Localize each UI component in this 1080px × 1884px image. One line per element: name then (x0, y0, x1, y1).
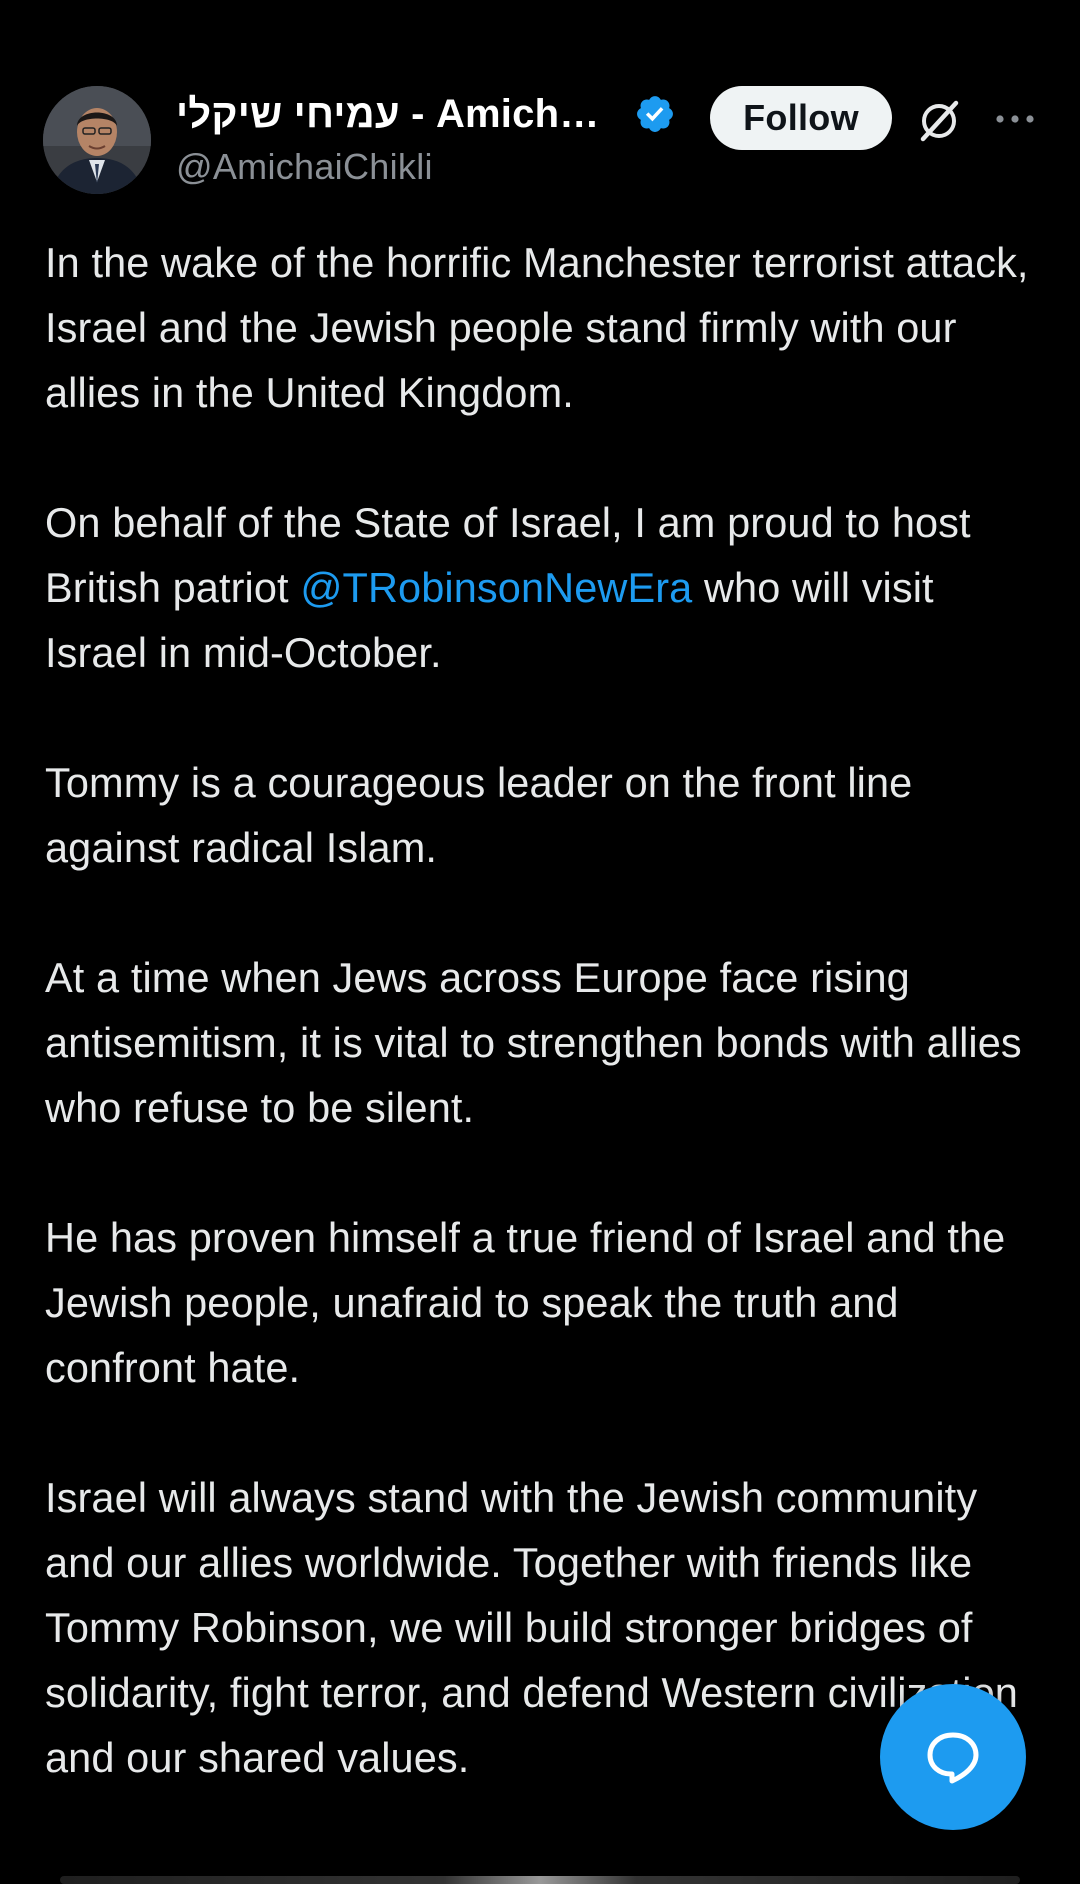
tweet-paragraph: Tommy is a courageous leader on the fron… (45, 759, 913, 871)
tweet-header: עמיחי שיקלי - Amichai ... @AmichaiChikli… (0, 0, 1080, 200)
tweet-paragraph: In the wake of the horrific Manchester t… (45, 239, 1029, 416)
tweet-text: In the wake of the horrific Manchester t… (45, 230, 1045, 1855)
tweet-paragraph: At a time when Jews across Europe face r… (45, 954, 1022, 1131)
reply-fab-button[interactable] (880, 1684, 1026, 1830)
author-block[interactable]: עמיחי שיקלי - Amichai ... @AmichaiChikli (176, 86, 696, 188)
tweet-paragraph: He has proven himself a true friend of I… (45, 1214, 1006, 1391)
avatar[interactable] (43, 86, 151, 194)
tweet-paragraph: On behalf of the State of Israel, I am p… (45, 490, 1045, 685)
follow-button[interactable]: Follow (710, 86, 892, 150)
display-name[interactable]: עמיחי שיקלי - Amichai ... (176, 92, 616, 137)
user-handle[interactable]: @AmichaiChikli (176, 146, 696, 188)
reply-bubble-icon (927, 1732, 979, 1784)
grok-icon[interactable] (914, 96, 964, 146)
profile-photo-icon (43, 86, 151, 194)
verified-badge-icon[interactable] (634, 93, 676, 135)
more-icon[interactable] (990, 104, 1040, 134)
mention-link[interactable]: @TRobinsonNewEra (300, 564, 692, 611)
bottom-edge (60, 1876, 1020, 1884)
name-row: עמיחי שיקלי - Amichai ... (176, 86, 696, 142)
